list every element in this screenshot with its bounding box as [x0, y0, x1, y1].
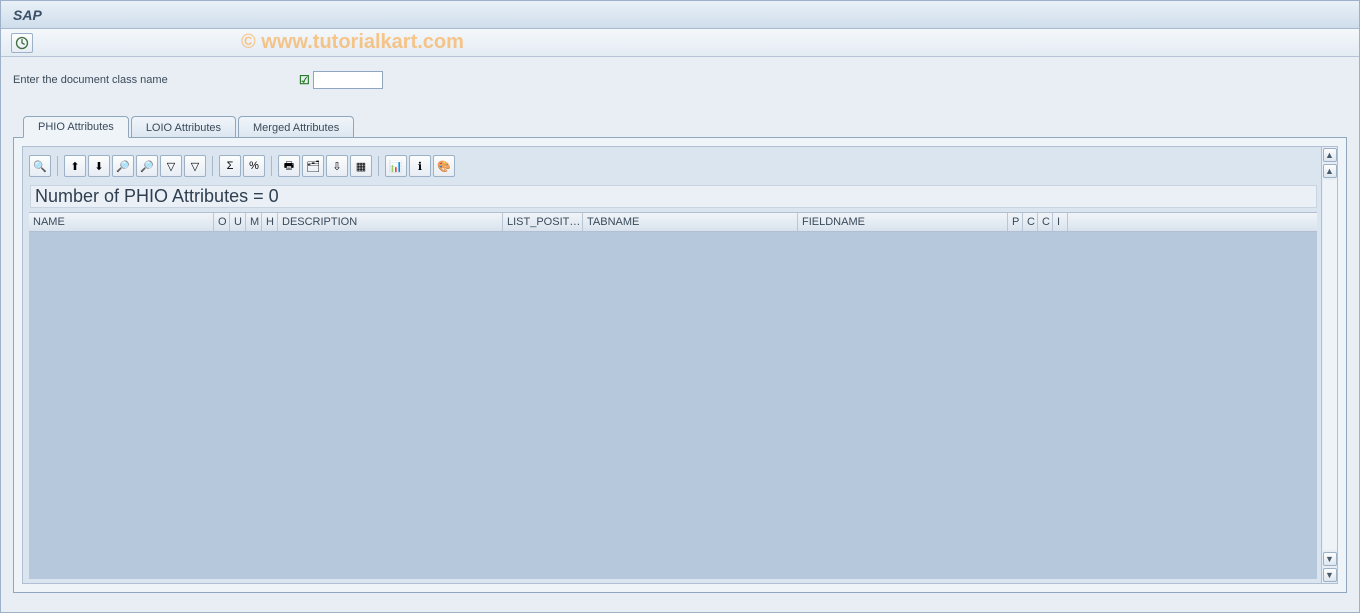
app-window: SAP © www.tutorialkart.com Enter the doc…	[0, 0, 1360, 613]
app-title: SAP	[13, 7, 42, 23]
chart-icon: 📊	[389, 160, 403, 173]
doc-class-label: Enter the document class name	[13, 74, 313, 86]
vertical-scrollbar[interactable]: ▲ ▲ ▼ ▼	[1321, 147, 1337, 583]
toolbar-separator	[378, 156, 379, 176]
scroll-up-button-2[interactable]: ▲	[1323, 164, 1337, 178]
tab-loio[interactable]: LOIO Attributes	[131, 116, 236, 138]
col-header-c1[interactable]: C	[1023, 213, 1038, 231]
col-header-label: P	[1012, 216, 1019, 228]
sort-desc-icon: ⬇	[94, 160, 103, 173]
col-header-tabname[interactable]: TABNAME	[583, 213, 798, 231]
find-next-button[interactable]: 🔎	[136, 155, 158, 177]
export-icon: ⇩	[332, 160, 341, 173]
doc-class-input[interactable]	[313, 71, 383, 89]
col-header-name[interactable]: NAME	[29, 213, 214, 231]
tab-phio[interactable]: PHIO Attributes	[23, 116, 129, 138]
scroll-down-button-2[interactable]: ▼	[1323, 568, 1337, 582]
sort-asc-button[interactable]: ⬆	[64, 155, 86, 177]
col-header-label: I	[1057, 216, 1060, 228]
col-header-i[interactable]: I	[1053, 213, 1068, 231]
col-header-p[interactable]: P	[1008, 213, 1023, 231]
tab-label: LOIO Attributes	[146, 122, 221, 134]
col-header-label: C	[1042, 216, 1050, 228]
alv-grid-area: 🔍 ⬆ ⬇ 🔎 🔎 ▽ ▽ Σ% 🖶 🗂 ⇩ ▦ 📊 ℹ 🎨 Number of PHIO Attribut…	[23, 147, 1321, 583]
app-toolbar: © www.tutorialkart.com	[1, 29, 1359, 57]
alv-title: Number of PHIO Attributes = 0	[30, 185, 1317, 208]
views-icon: 🗂	[306, 160, 320, 173]
layout-icon: ▦	[356, 160, 366, 173]
col-header-u[interactable]: U	[230, 213, 246, 231]
sort-desc-button[interactable]: ⬇	[88, 155, 110, 177]
required-check-icon: ☑	[299, 73, 310, 87]
col-header-description[interactable]: DESCRIPTION	[278, 213, 503, 231]
tabstrip: PHIO Attributes LOIO Attributes Merged Att…	[23, 113, 1347, 137]
tab-merged[interactable]: Merged Attributes	[238, 116, 354, 138]
subtotal-icon: %	[249, 160, 259, 172]
toolbar-separator	[212, 156, 213, 176]
col-header-c2[interactable]: C	[1038, 213, 1053, 231]
toolbar-separator	[57, 156, 58, 176]
views-button[interactable]: 🗂	[302, 155, 324, 177]
col-header-label: FIELDNAME	[802, 216, 865, 228]
tab-panel: 🔍 ⬆ ⬇ 🔎 🔎 ▽ ▽ Σ% 🖶 🗂 ⇩ ▦ 📊 ℹ 🎨 Number of PHIO Attribut…	[13, 137, 1347, 593]
print-icon: 🖶	[284, 157, 294, 176]
scroll-down-button[interactable]: ▼	[1323, 552, 1337, 566]
col-header-list_posit[interactable]: LIST_POSIT…	[503, 213, 583, 231]
doc-class-field-row: Enter the document class name ☑	[13, 71, 1347, 89]
find-button[interactable]: 🔎	[112, 155, 134, 177]
filter-dd-icon: ▽	[191, 160, 199, 173]
find-next-icon: 🔎	[140, 160, 154, 173]
layout-button[interactable]: ▦	[350, 155, 372, 177]
clock-run-icon	[15, 36, 29, 50]
alv-body-empty	[29, 232, 1317, 579]
chart-button[interactable]: 📊	[385, 155, 407, 177]
col-header-label: NAME	[33, 216, 65, 228]
find-icon: 🔎	[116, 160, 130, 173]
palette-button[interactable]: 🎨	[433, 155, 455, 177]
col-header-m[interactable]: M	[246, 213, 262, 231]
col-header-label: M	[250, 216, 259, 228]
print-button[interactable]: 🖶	[278, 155, 300, 177]
col-header-fieldname[interactable]: FIELDNAME	[798, 213, 1008, 231]
col-header-h[interactable]: H	[262, 213, 278, 231]
filter-dd-button[interactable]: ▽	[184, 155, 206, 177]
filter-icon: ▽	[167, 160, 175, 173]
alv-header-row: NAME OUMH DESCRIPTION LIST_POSIT… TABNAME FIE…	[29, 212, 1317, 232]
titlebar: SAP	[1, 1, 1359, 29]
col-header-label: O	[218, 216, 227, 228]
col-header-label: C	[1027, 216, 1035, 228]
details-icon: 🔍	[33, 160, 47, 173]
col-header-o[interactable]: O	[214, 213, 230, 231]
execute-button[interactable]	[11, 33, 33, 53]
palette-icon: 🎨	[437, 160, 451, 173]
tab-label: PHIO Attributes	[38, 121, 114, 133]
col-header-label: H	[266, 216, 274, 228]
col-header-label: U	[234, 216, 242, 228]
info-button[interactable]: ℹ	[409, 155, 431, 177]
sum-button[interactable]: Σ	[219, 155, 241, 177]
sum-icon: Σ	[227, 160, 234, 172]
scroll-track[interactable]	[1323, 180, 1337, 550]
alv-panel: 🔍 ⬆ ⬇ 🔎 🔎 ▽ ▽ Σ% 🖶 🗂 ⇩ ▦ 📊 ℹ 🎨 Number of PHIO Attribut…	[22, 146, 1338, 584]
subtotal-button[interactable]: %	[243, 155, 265, 177]
details-button[interactable]: 🔍	[29, 155, 51, 177]
scroll-up-button[interactable]: ▲	[1323, 148, 1337, 162]
filter-button[interactable]: ▽	[160, 155, 182, 177]
alv-toolbar: 🔍 ⬆ ⬇ 🔎 🔎 ▽ ▽ Σ% 🖶 🗂 ⇩ ▦ 📊 ℹ 🎨	[29, 153, 1317, 179]
export-button[interactable]: ⇩	[326, 155, 348, 177]
content-area: Enter the document class name ☑ PHIO Att…	[1, 57, 1359, 603]
col-header-label: TABNAME	[587, 216, 639, 228]
watermark: © www.tutorialkart.com	[241, 31, 464, 54]
toolbar-separator	[271, 156, 272, 176]
col-header-label: DESCRIPTION	[282, 216, 357, 228]
col-header-label: LIST_POSIT…	[507, 216, 580, 228]
tab-label: Merged Attributes	[253, 122, 339, 134]
info-icon: ℹ	[418, 160, 422, 173]
sort-asc-icon: ⬆	[70, 160, 79, 173]
